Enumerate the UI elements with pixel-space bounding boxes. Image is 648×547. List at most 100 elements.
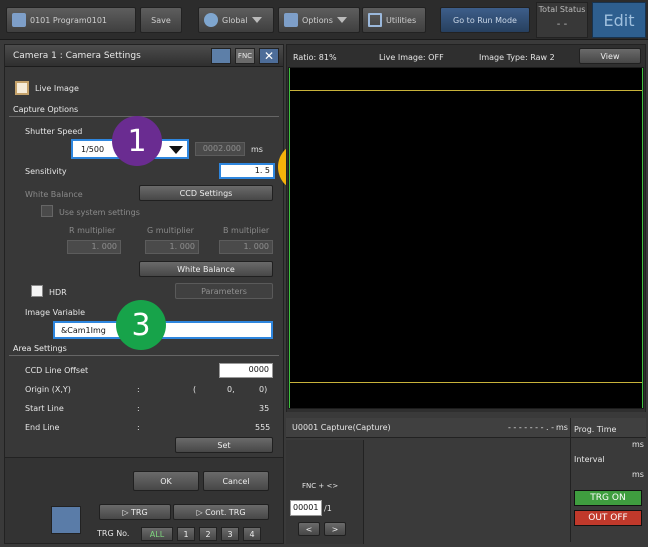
- start-line-marker: [289, 90, 643, 91]
- out-off-indicator: OUT OFF: [574, 510, 642, 526]
- trg-on-label: TRG ON: [590, 493, 626, 503]
- set-label: Set: [217, 440, 231, 450]
- trg-no-all-label: ALL: [149, 529, 165, 539]
- cont-trg-label: Cont. TRG: [205, 507, 246, 517]
- live-image-checkbox[interactable]: [15, 81, 29, 95]
- prev-unit-button[interactable]: <: [298, 522, 320, 536]
- capture-options-heading: Capture Options: [13, 105, 79, 114]
- prev-label: <: [305, 524, 313, 534]
- r-multiplier-value: 1. 000: [91, 242, 117, 251]
- trg-no-4-label: 4: [249, 529, 255, 539]
- tools-icon: [368, 13, 382, 27]
- divider: [9, 355, 279, 356]
- shutter-ms-value: 0002.000: [202, 144, 241, 153]
- callout-3-number: 3: [131, 307, 151, 343]
- utilities-label: Utilities: [386, 15, 417, 25]
- run-mode-button[interactable]: Go to Run Mode: [440, 7, 530, 33]
- cancel-button[interactable]: Cancel: [203, 471, 269, 491]
- global-menu[interactable]: Global: [198, 7, 274, 33]
- save-button[interactable]: Save: [140, 7, 182, 33]
- program-icon: [12, 13, 26, 27]
- origin-x: 0,: [227, 385, 235, 394]
- end-line-value: 555: [255, 423, 271, 432]
- cont-trg-button[interactable]: ▷ Cont. TRG: [173, 504, 269, 520]
- live-image-label: Live Image: [35, 84, 79, 93]
- trg-no-2[interactable]: 2: [199, 527, 217, 541]
- close-icon[interactable]: ✕: [259, 48, 279, 64]
- origin-open: (: [193, 385, 197, 394]
- edit-mode-button[interactable]: Edit: [592, 2, 646, 38]
- ccd-settings-label: CCD Settings: [179, 188, 233, 198]
- callout-badge-3: 3: [116, 300, 166, 350]
- g-multiplier-field: 1. 000: [145, 240, 199, 254]
- ratio-label: Ratio: 81%: [293, 53, 337, 62]
- view-button[interactable]: View: [579, 48, 641, 64]
- chevron-down-icon: [169, 146, 183, 154]
- area-right-edge: [642, 68, 643, 408]
- interval-unit: ms: [632, 470, 644, 479]
- total-status-label: Total Status: [538, 5, 586, 14]
- ccd-line-offset-field[interactable]: 0000: [219, 363, 273, 378]
- gear-icon: [204, 13, 218, 27]
- parameters-label: Parameters: [201, 286, 247, 296]
- ccd-line-offset-value: 0000: [248, 365, 269, 374]
- program-selector[interactable]: 0101 Program0101: [6, 7, 136, 33]
- trg-no-3[interactable]: 3: [221, 527, 239, 541]
- prog-time-label: Prog. Time: [574, 425, 617, 434]
- origin-y: 0): [259, 385, 268, 394]
- options-icon: [284, 13, 298, 27]
- camera-image-view[interactable]: [288, 67, 644, 409]
- utilities-button[interactable]: Utilities: [362, 7, 426, 33]
- trg-no-3-label: 3: [227, 529, 233, 539]
- use-system-settings-checkbox[interactable]: [41, 205, 53, 217]
- end-line-label: End Line: [25, 423, 60, 432]
- trg-no-1[interactable]: 1: [177, 527, 195, 541]
- area-left-edge: [289, 68, 290, 408]
- callout-badge-1: 1: [112, 116, 162, 166]
- r-multiplier-field: 1. 000: [67, 240, 121, 254]
- ccd-settings-button[interactable]: CCD Settings: [139, 185, 273, 201]
- chevron-down-icon: [251, 17, 262, 23]
- prog-time-unit: ms: [632, 440, 644, 449]
- callout-1-number: 1: [127, 123, 147, 159]
- shutter-speed-label: Shutter Speed: [25, 127, 83, 136]
- trg-label: TRG: [131, 507, 148, 517]
- shutter-speed-value: 1/500: [81, 145, 105, 154]
- time-value: - - - - - - - . -: [508, 423, 554, 432]
- start-colon: :: [137, 404, 140, 413]
- trg-no-all[interactable]: ALL: [141, 527, 173, 541]
- trg-no-4[interactable]: 4: [243, 527, 261, 541]
- hdr-checkbox[interactable]: [31, 285, 43, 297]
- next-unit-button[interactable]: >: [324, 522, 346, 536]
- trg-button[interactable]: ▷ TRG: [99, 504, 171, 520]
- white-balance-button[interactable]: White Balance: [139, 261, 273, 277]
- ok-button[interactable]: OK: [133, 471, 199, 491]
- ok-label: OK: [160, 476, 172, 486]
- save-label: Save: [151, 15, 171, 25]
- b-multiplier-value: 1. 000: [243, 242, 269, 251]
- status-area: U0001 Capture(Capture) - - - - - - - . -…: [286, 412, 646, 544]
- sensitivity-label: Sensitivity: [25, 167, 67, 176]
- image-variable-label: Image Variable: [25, 308, 85, 317]
- start-line-value: 35: [259, 404, 270, 413]
- camera-image-icon: [51, 506, 81, 534]
- sensitivity-field[interactable]: 1. 5: [219, 163, 275, 179]
- next-label: >: [331, 524, 339, 534]
- total-status-value: - -: [556, 19, 568, 30]
- global-label: Global: [222, 15, 248, 25]
- trg-no-2-label: 2: [205, 529, 211, 539]
- unit-total: /1: [324, 504, 332, 513]
- white-balance-label: White Balance: [25, 190, 83, 199]
- trg-on-indicator: TRG ON: [574, 490, 642, 506]
- options-label: Options: [302, 15, 333, 25]
- interval-label: Interval: [574, 455, 605, 464]
- g-multiplier-label: G multiplier: [147, 226, 194, 235]
- pin-icon[interactable]: [211, 48, 231, 64]
- options-menu[interactable]: Options: [278, 7, 360, 33]
- panel-title: Camera 1 : Camera Settings: [13, 51, 141, 61]
- area-settings-heading: Area Settings: [13, 344, 67, 353]
- set-button[interactable]: Set: [175, 437, 273, 453]
- unit-number-field[interactable]: 00001: [290, 500, 322, 516]
- image-variable-value: &Cam1Img: [61, 326, 106, 335]
- fnc-button[interactable]: FNC: [235, 48, 255, 64]
